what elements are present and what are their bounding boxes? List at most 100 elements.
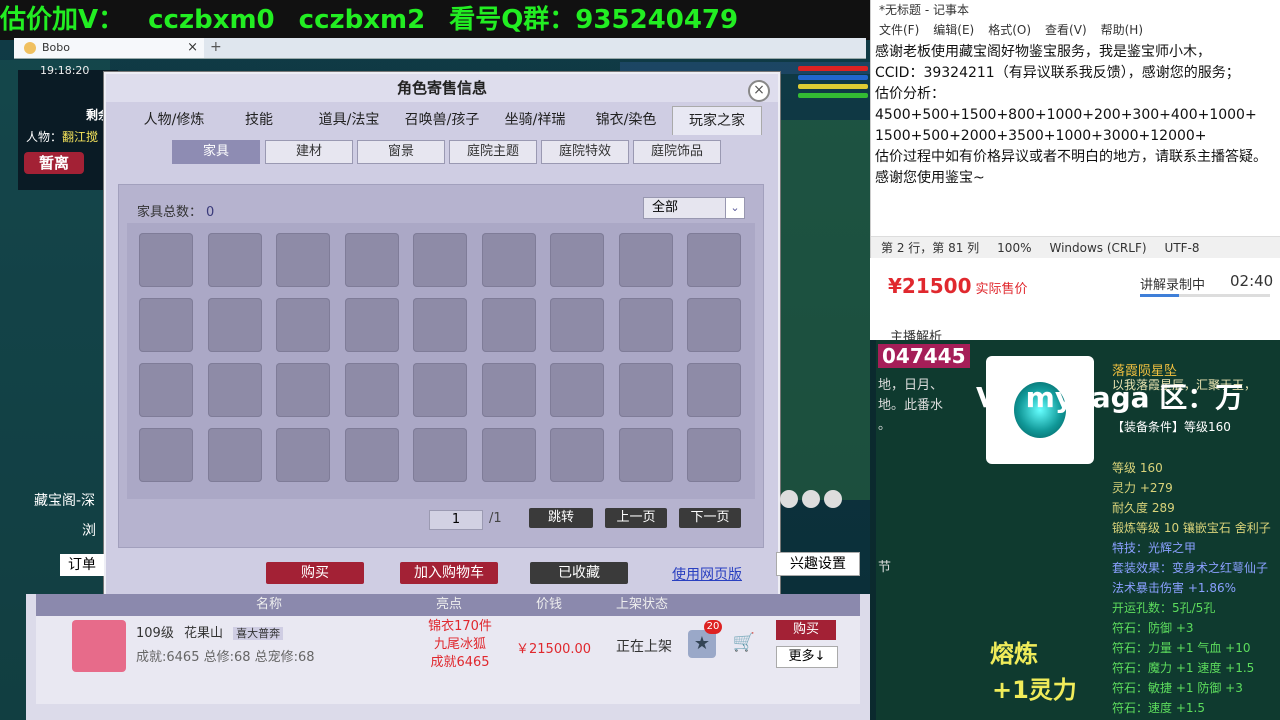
mp-bar [798,75,868,80]
add-to-cart-button[interactable]: 加入购物车 [400,562,498,584]
treasure-browse: 浏 [82,523,96,539]
cart-icon[interactable]: 🛒 [730,632,758,658]
furniture-slot[interactable] [344,233,399,287]
tab-items[interactable]: 道具/法宝 [304,106,394,134]
furniture-slot[interactable] [618,363,673,417]
furniture-slot[interactable] [207,363,262,417]
row-more-button[interactable]: 更多↓ [776,646,838,668]
favorite-star-icon[interactable]: ★ [688,630,716,658]
jump-button[interactable]: 跳转 [529,508,593,528]
menu-format[interactable]: 格式(O) [988,23,1031,37]
tab-close-icon[interactable]: × [187,38,198,58]
furniture-slot[interactable] [687,298,741,352]
subtab-yard-effect[interactable]: 庭院特效 [541,140,629,164]
new-tab-icon[interactable]: + [210,38,222,56]
furniture-slot[interactable] [139,428,193,482]
subtab-yard-decor[interactable]: 庭院饰品 [633,140,721,164]
furniture-slot[interactable] [481,298,536,352]
furniture-slot[interactable] [344,428,399,482]
furniture-slot[interactable] [276,428,330,482]
furniture-slot[interactable] [344,363,399,417]
buy-button[interactable]: 购买 [266,562,364,584]
item-detail-panel: 047445 V：mykaga 区：万 地，日月、 地。此番水 。 节 落霞陨星… [876,340,1280,720]
furniture-slot[interactable] [344,298,399,352]
tab-mounts[interactable]: 坐骑/祥瑞 [490,106,580,134]
prev-page-button[interactable]: 上一页 [605,508,667,528]
subtab-furniture[interactable]: 家具 [172,140,260,164]
menu-help[interactable]: 帮助(H) [1101,23,1143,37]
char-level: 109级 [136,626,174,641]
menu-file[interactable]: 文件(F) [879,23,919,37]
dialog-close-button[interactable]: × [748,80,770,102]
tab-summons[interactable]: 召唤兽/孩子 [396,106,488,134]
favorited-button[interactable]: 已收藏 [530,562,628,584]
stat-line: 符石：防御 +3 [1112,621,1194,635]
web-version-link[interactable]: 使用网页版 [672,564,742,584]
furniture-slot[interactable] [550,363,604,417]
notepad-statusbar: 第 2 行，第 81 列 100% Windows (CRLF) UTF-8 [871,236,1280,259]
furniture-slot[interactable] [139,233,193,287]
close-icon[interactable] [824,490,842,508]
menu-edit[interactable]: 编辑(E) [933,23,974,37]
menu-view[interactable]: 查看(V) [1045,23,1087,37]
furniture-slot[interactable] [550,233,604,287]
furniture-slot[interactable] [481,233,536,287]
person-row: 人物：翻江搅 [26,128,98,145]
text-line: 4500+500+1500+800+1000+200+300+400+1000+ [875,107,1257,123]
chevron-down-icon[interactable]: ⌄ [725,198,744,218]
tab-skills[interactable]: 技能 [224,106,294,134]
listing-table-header: 名称 亮点 价钱 上架状态 [36,594,860,616]
furniture-slot[interactable] [207,298,262,352]
recording-time: 02:40 [1230,272,1274,290]
row-price: ￥21500.00 [516,642,592,657]
order-tab[interactable]: 订单 [60,554,104,576]
furniture-slot[interactable] [550,428,604,482]
furniture-slot[interactable] [687,428,741,482]
next-page-button[interactable]: 下一页 [679,508,741,528]
furniture-slot[interactable] [618,298,673,352]
row-buy-button[interactable]: 购买 [776,620,836,640]
leave-button[interactable]: 暂离 [24,152,84,174]
furniture-slot[interactable] [413,428,467,482]
tab-player-home[interactable]: 玩家之家 [672,106,762,135]
browser-tab[interactable]: Bobo × [14,38,204,58]
notepad-text-area[interactable]: 感谢老板使用藏宝阁好物鉴宝服务，我是鉴宝师小木， CCID：39324211（有… [875,42,1271,189]
tab-outfits[interactable]: 锦衣/染色 [582,106,670,134]
page-input[interactable]: 1 [429,510,483,530]
furniture-slot[interactable] [139,298,193,352]
furniture-slot[interactable] [481,428,536,482]
highlight-item: 锦衣170件 [428,619,492,634]
furniture-count: 家具总数： 0 [137,201,214,220]
furniture-slot[interactable] [139,363,193,417]
count-value: 0 [206,205,215,220]
filter-dropdown[interactable]: 全部 ⌄ [643,197,745,219]
minimize-icon[interactable] [780,490,798,508]
furniture-slot[interactable] [618,233,673,287]
furniture-slot[interactable] [276,363,330,417]
table-row[interactable]: 109级 花果山 喜大普奔 成就:6465 总修:68 总宠修:68 锦衣170… [36,616,860,704]
recording-progress [1140,294,1270,297]
furniture-slot[interactable] [207,233,262,287]
furniture-slot[interactable] [618,428,673,482]
notepad-title: *无标题 - 记事本 [879,3,969,17]
furniture-slot[interactable] [687,233,741,287]
furniture-slot[interactable] [413,298,467,352]
subtab-window[interactable]: 窗景 [357,140,445,164]
char-info: 109级 花果山 喜大普奔 [136,622,284,641]
furniture-slot[interactable] [481,363,536,417]
tab-character[interactable]: 人物/修炼 [126,106,222,134]
furniture-slot[interactable] [276,298,330,352]
furniture-slot[interactable] [550,298,604,352]
furniture-slot[interactable] [207,428,262,482]
status-bars [798,66,868,116]
interest-settings-button[interactable]: 兴趣设置 [776,552,860,576]
subtab-materials[interactable]: 建材 [265,140,353,164]
settings-icon[interactable] [802,490,820,508]
furniture-slot[interactable] [413,233,467,287]
furniture-slot[interactable] [413,363,467,417]
treasure-window-controls [780,490,860,510]
furniture-slot[interactable] [276,233,330,287]
subtab-yard-theme[interactable]: 庭院主题 [449,140,537,164]
char-tag: 喜大普奔 [233,627,284,640]
furniture-slot[interactable] [687,363,741,417]
